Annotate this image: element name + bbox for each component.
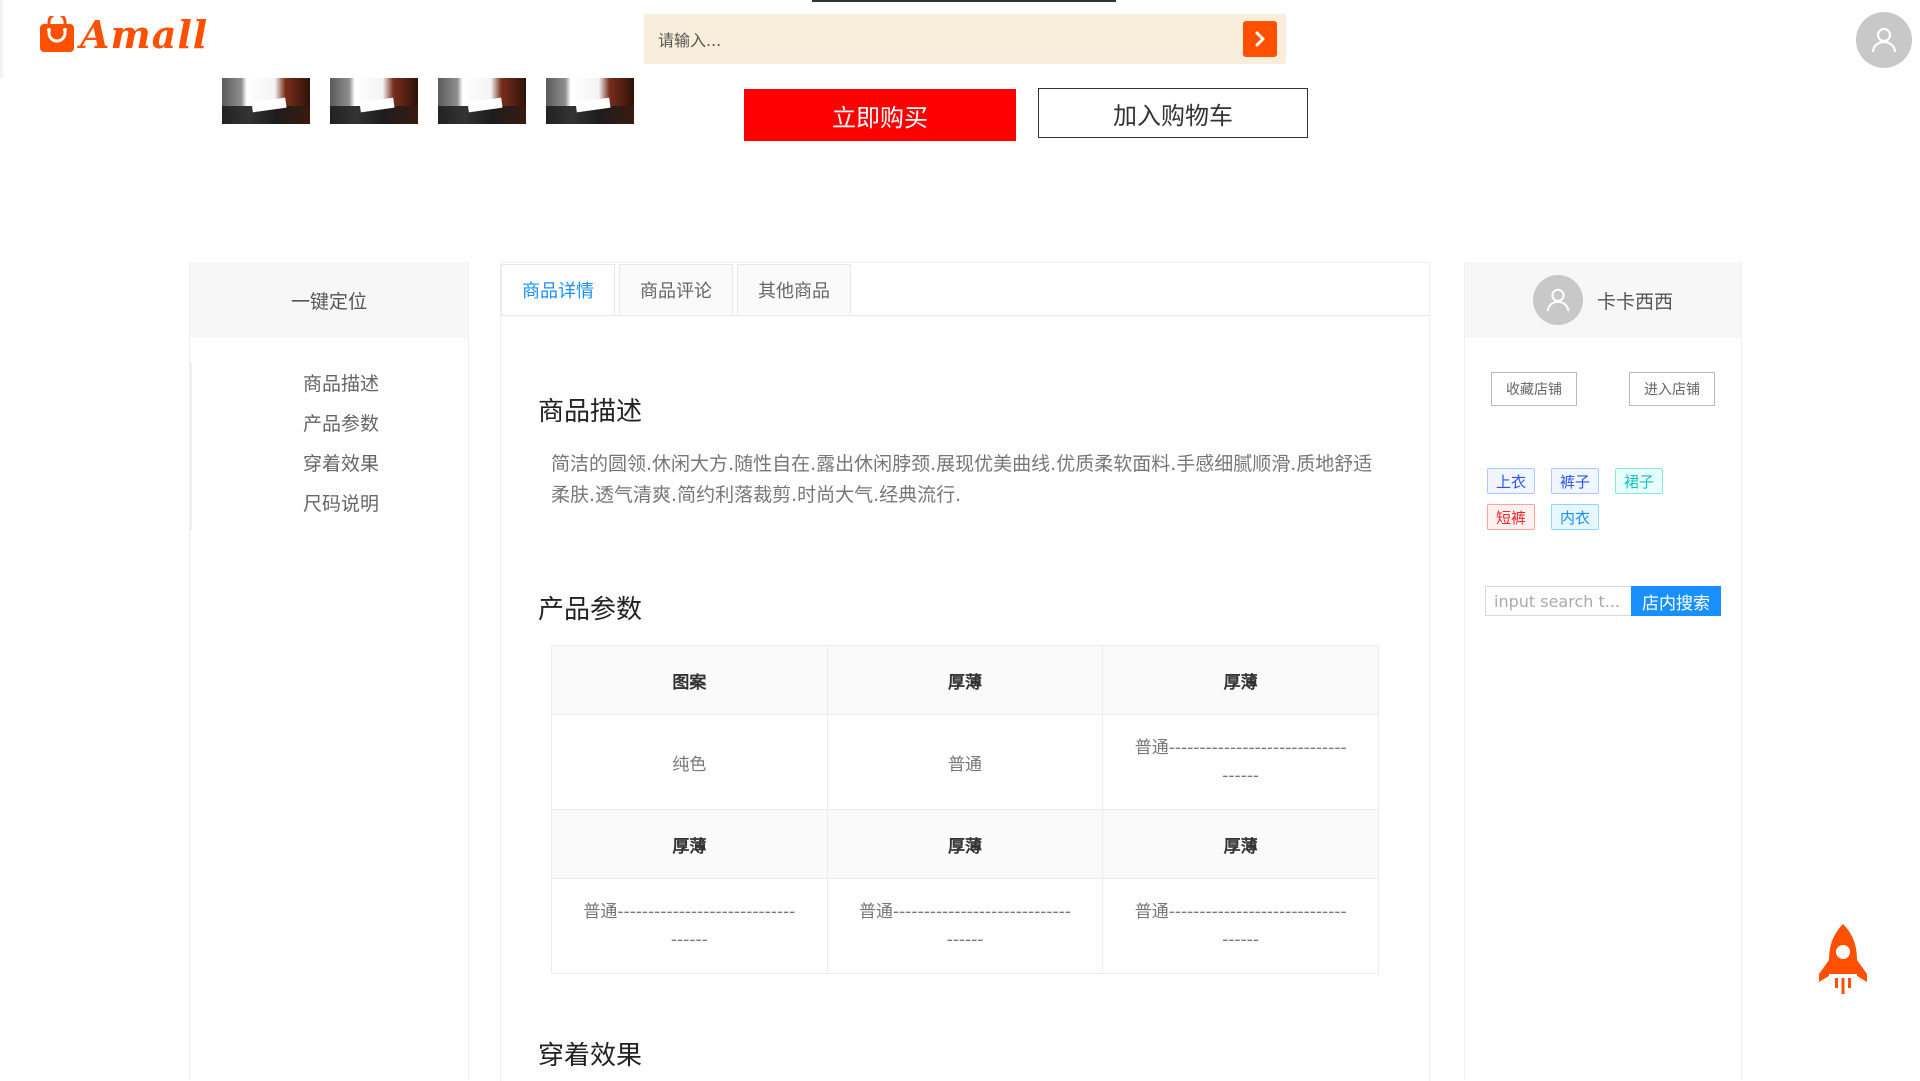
quick-nav-panel: 一键定位 商品描述 产品参数 穿着效果 尺码说明 — [189, 262, 469, 1080]
table-header-cell: 厚薄 — [1102, 645, 1379, 715]
favorite-shop-button[interactable]: 收藏店铺 — [1491, 372, 1577, 406]
quick-nav-title: 一键定位 — [190, 262, 468, 338]
table-header-row: 图案 厚薄 厚薄 — [551, 645, 1379, 715]
nav-item-description[interactable]: 商品描述 — [192, 362, 470, 402]
table-row: 普通----------------------------------- 普通… — [551, 878, 1379, 974]
shopping-bag-icon — [40, 16, 74, 52]
description-text: 简洁的圆领.休闲大方.随性自在.露出休闲脖颈.展现优美曲线.优质柔软面料.手感细… — [551, 453, 1373, 506]
product-thumbnail[interactable] — [330, 78, 418, 124]
header: Amall — [0, 0, 1920, 80]
product-thumbnail[interactable] — [546, 78, 634, 124]
product-thumbnail[interactable] — [438, 78, 526, 124]
product-thumbnail[interactable] — [222, 78, 310, 124]
shop-name: 卡卡西西 — [1596, 290, 1673, 313]
product-detail-panel: 商品详情 商品评论 其他商品 商品描述 简洁的圆领.休闲大方.随性自在.露出休闲… — [500, 262, 1430, 1081]
shop-header: 卡卡西西 — [1465, 262, 1741, 338]
tab-bar: 商品详情 商品评论 其他商品 — [501, 263, 1429, 316]
logo-text: Amall — [80, 12, 209, 57]
table-header-cell: 厚薄 — [826, 809, 1104, 879]
table-cell: 普通----------------------------------- — [1102, 878, 1379, 974]
buy-now-button[interactable]: 立即购买 — [744, 89, 1016, 141]
params-table: 图案 厚薄 厚薄 纯色 普通 普通-----------------------… — [551, 645, 1379, 974]
search-bar — [644, 14, 1286, 64]
tab-details[interactable]: 商品详情 — [501, 264, 615, 315]
tab-reviews[interactable]: 商品评论 — [619, 264, 733, 314]
table-cell: 普通----------------------------------- — [1102, 714, 1379, 810]
tab-other-products[interactable]: 其他商品 — [737, 264, 851, 314]
table-cell: 普通 — [826, 714, 1104, 810]
table-header-cell: 厚薄 — [551, 809, 828, 879]
search-input[interactable] — [656, 24, 1220, 56]
tag-pants[interactable]: 裤子 — [1551, 468, 1600, 494]
table-cell: 纯色 — [551, 714, 828, 810]
shop-search-button[interactable]: 店内搜索 — [1631, 586, 1721, 616]
table-header-cell: 图案 — [551, 645, 828, 715]
shop-avatar[interactable] — [1532, 275, 1583, 325]
quick-nav-list: 商品描述 产品参数 穿着效果 尺码说明 — [190, 362, 470, 530]
table-header-cell: 厚薄 — [826, 645, 1104, 715]
top-divider — [812, 0, 1116, 2]
tag-shorts[interactable]: 短裤 — [1487, 504, 1536, 530]
rocket-icon[interactable] — [1815, 922, 1871, 998]
shop-panel: 卡卡西西 收藏店铺 进入店铺 上衣 裤子 裙子 短裤 内衣 店内搜索 — [1464, 262, 1742, 1080]
chevron-right-icon — [1255, 31, 1265, 47]
nav-item-wearing[interactable]: 穿着效果 — [192, 442, 470, 482]
table-row: 纯色 普通 普通--------------------------------… — [551, 714, 1379, 810]
header-edge — [0, 0, 3, 78]
table-header-row: 厚薄 厚薄 厚薄 — [551, 809, 1379, 879]
nav-item-params[interactable]: 产品参数 — [192, 402, 470, 442]
table-cell: 普通----------------------------------- — [826, 878, 1104, 974]
table-header-cell: 厚薄 — [1102, 809, 1379, 879]
tag-underwear[interactable]: 内衣 — [1551, 504, 1600, 530]
shop-search: 店内搜索 — [1485, 586, 1721, 616]
tag-tops[interactable]: 上衣 — [1487, 468, 1536, 494]
enter-shop-button[interactable]: 进入店铺 — [1629, 372, 1715, 406]
thumbnail-strip — [222, 78, 634, 124]
user-icon — [1871, 27, 1897, 53]
description-title: 商品描述 — [538, 397, 643, 427]
user-avatar[interactable] — [1856, 12, 1912, 68]
shop-search-input[interactable] — [1485, 586, 1631, 616]
table-cell: 普通----------------------------------- — [551, 878, 828, 974]
wearing-title: 穿着效果 — [538, 1041, 643, 1071]
tag-skirts[interactable]: 裙子 — [1615, 468, 1664, 494]
add-to-cart-button[interactable]: 加入购物车 — [1038, 88, 1308, 138]
user-icon — [1546, 288, 1570, 312]
nav-item-size[interactable]: 尺码说明 — [192, 482, 470, 522]
search-button[interactable] — [1243, 21, 1277, 57]
logo[interactable]: Amall — [38, 16, 208, 54]
params-title: 产品参数 — [538, 595, 643, 625]
